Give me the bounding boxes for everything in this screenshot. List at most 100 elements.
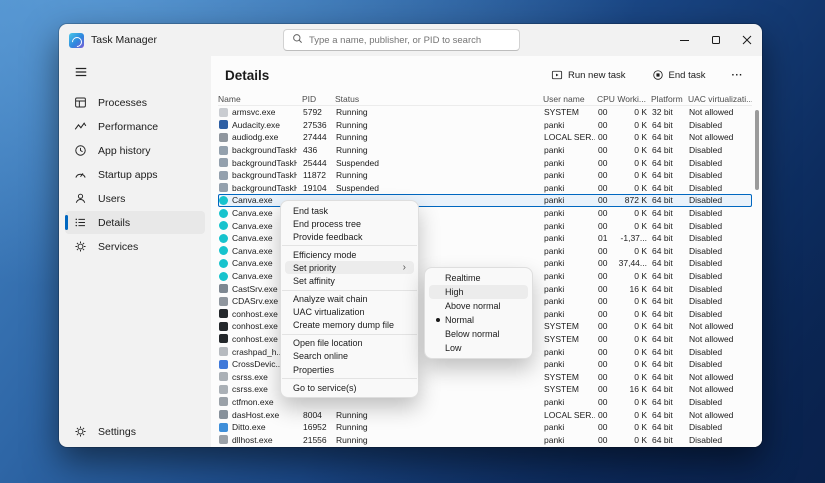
sidebar-item-label: Details — [98, 216, 131, 229]
cell-c4: 00 — [598, 132, 608, 143]
cell-c7: Not allowed — [689, 384, 734, 395]
end-task-button[interactable]: End task — [647, 66, 711, 84]
menu-item-uac-virtualization[interactable]: UAC virtualization — [285, 306, 414, 319]
details-header: Details Run new task End task ··· — [211, 56, 762, 88]
cell-c7: Disabled — [689, 208, 723, 219]
submenu-item-normal[interactable]: Normal — [429, 313, 528, 327]
cell-c5: 16 K — [629, 384, 648, 395]
cell-c6: 64 bit — [652, 258, 673, 269]
cell-c5: 0 K — [634, 132, 647, 143]
menu-item-open-file-location[interactable]: Open file location — [285, 337, 414, 350]
menu-item-set-priority[interactable]: Set priority › — [285, 261, 414, 275]
menu-item-label: End task — [293, 205, 329, 216]
cell-c6: 32 bit — [652, 107, 673, 118]
cell-c7: Disabled — [689, 308, 723, 319]
menu-item-end-process-tree[interactable]: End process tree — [285, 217, 414, 230]
menu-item-provide-feedback[interactable]: Provide feedback — [285, 230, 414, 243]
cell-c7: Disabled — [689, 258, 723, 269]
cell-c3: panki — [544, 296, 565, 307]
table-row[interactable]: armsvc.exe 5792 Running SYSTEM 00 0 K 32 bit No… — [218, 106, 752, 119]
submenu-item-below-normal[interactable]: Below normal — [429, 327, 528, 341]
table-row[interactable]: audiodg.exe 27444 Running LOCAL SER... 00 0 K… — [218, 131, 752, 144]
vertical-scrollbar[interactable] — [755, 106, 759, 444]
menu-item-search-online[interactable]: Search online — [285, 350, 414, 363]
menu-item-label: Go to service(s) — [293, 382, 357, 393]
table-row[interactable]: backgroundTaskHost... 19104 Suspended panki… — [218, 182, 752, 195]
priority-submenu: Realtime High Above normal Normal Below norm… — [424, 267, 533, 359]
process-name: ctfmon.exe — [232, 396, 274, 407]
cell-c4: 00 — [598, 145, 608, 156]
run-new-task-button[interactable]: Run new task — [546, 66, 631, 84]
sidebar-item-app-history[interactable]: App history — [65, 139, 205, 162]
cell-c6: 64 bit — [652, 409, 673, 420]
cell-c2: Running — [336, 170, 368, 181]
sidebar-item-details[interactable]: Details — [65, 211, 205, 234]
sidebar-item-startup-apps[interactable]: Startup apps — [65, 163, 205, 186]
column-header-user-name[interactable]: User name — [540, 93, 594, 105]
maximize-button[interactable] — [700, 24, 731, 56]
sidebar-item-performance[interactable]: Performance — [65, 115, 205, 138]
column-header-name[interactable]: Name — [218, 93, 296, 105]
menu-toggle-button[interactable] — [65, 60, 205, 83]
menu-item-end-task[interactable]: End task — [285, 204, 414, 217]
menu-item-efficiency-mode[interactable]: Efficiency mode — [285, 248, 414, 261]
sidebar-item-settings[interactable]: Settings — [65, 420, 205, 443]
column-header-uac-virtualizati[interactable]: UAC virtualizati... — [683, 93, 752, 105]
table-row[interactable]: backgroundTaskHost... 436 Running panki 00 0 … — [218, 144, 752, 157]
process-name: Canva.exe — [232, 233, 273, 244]
titlebar: Task Manager — [59, 24, 762, 56]
sidebar-item-users[interactable]: Users — [65, 187, 205, 210]
minimize-button[interactable] — [669, 24, 700, 56]
table-row[interactable]: dllhost.exe 21556 Running panki 00 0 K 64 bit D… — [218, 433, 752, 446]
submenu-item-high[interactable]: High — [429, 285, 528, 299]
sidebar-item-processes[interactable]: Processes — [65, 91, 205, 114]
submenu-item-low[interactable]: Low — [429, 341, 528, 355]
cell-c4: 00 — [598, 434, 608, 445]
cell-c6: 64 bit — [652, 283, 673, 294]
menu-item-set-affinity[interactable]: Set affinity — [285, 274, 414, 287]
column-header-platform[interactable]: Platform — [646, 93, 683, 105]
table-row[interactable]: backgroundTaskHost... 11872 Running panki 00… — [218, 169, 752, 182]
cell-c6: 64 bit — [652, 170, 673, 181]
cell-c3: panki — [544, 434, 565, 445]
cell-c4: 00 — [598, 119, 608, 130]
column-header-cpu[interactable]: CPU — [594, 93, 616, 105]
cell-c6: 64 bit — [652, 182, 673, 193]
more-options-button[interactable]: ··· — [727, 67, 749, 84]
cell-c7: Disabled — [689, 396, 723, 407]
cell-c5: 872 K — [624, 195, 647, 206]
menu-item-create-memory-dump-file[interactable]: Create memory dump file — [285, 319, 414, 332]
menu-item-label: Set priority — [293, 262, 337, 273]
selection-accent-bar — [65, 215, 68, 230]
submenu-item-above-normal[interactable]: Above normal — [429, 299, 528, 313]
search-icon — [292, 31, 303, 49]
sidebar-item-services[interactable]: Services — [65, 235, 205, 258]
cell-c7: Disabled — [689, 145, 723, 156]
process-icon — [219, 422, 228, 432]
cell-c1: 11872 — [303, 170, 327, 181]
submenu-item-realtime[interactable]: Realtime — [429, 271, 528, 285]
cell-c1: 16952 — [303, 422, 327, 433]
process-name-cell: dllhost.exe — [219, 434, 297, 446]
chevron-right-icon: › — [402, 261, 406, 273]
process-name-cell: dasHost.exe — [219, 409, 297, 421]
table-row[interactable]: Ditto.exe 16952 Running panki 00 0 K 64 bit Dis… — [218, 421, 752, 434]
table-row[interactable]: Audacity.exe 27536 Running panki 00 0 K 64 bit… — [218, 119, 752, 132]
column-header-status[interactable]: Status — [329, 93, 540, 105]
menu-item-analyze-wait-chain[interactable]: Analyze wait chain — [285, 293, 414, 306]
menu-item-properties[interactable]: Properties — [285, 363, 414, 376]
table-row[interactable]: backgroundTaskHost... 25444 Suspended panki… — [218, 156, 752, 169]
menu-item-go-to-service-s[interactable]: Go to service(s) — [285, 381, 414, 394]
column-header-pid[interactable]: PID — [296, 93, 329, 105]
search-box[interactable] — [283, 29, 520, 51]
scrollbar-thumb[interactable] — [755, 110, 759, 190]
search-input[interactable] — [309, 34, 511, 46]
column-header-worki[interactable]: Worki... — [616, 93, 646, 105]
cell-c3: panki — [544, 195, 565, 206]
menu-item-label: Open file location — [293, 338, 363, 349]
cell-c3: panki — [544, 422, 565, 433]
close-button[interactable] — [731, 24, 762, 56]
cell-c1: 19104 — [303, 182, 327, 193]
table-row[interactable]: dasHost.exe 8004 Running LOCAL SER... 00 0 K 6… — [218, 408, 752, 421]
cell-c4: 00 — [598, 296, 608, 307]
